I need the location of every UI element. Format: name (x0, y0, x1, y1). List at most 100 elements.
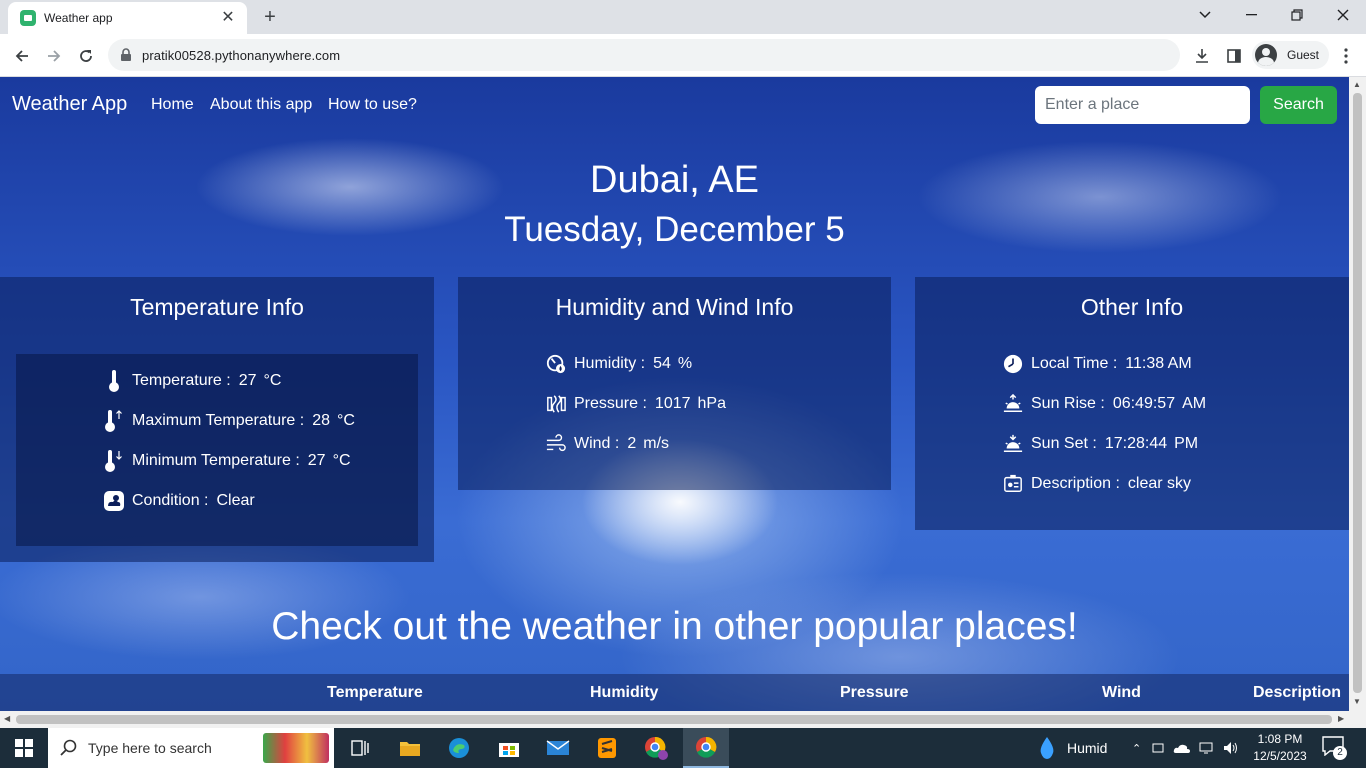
sunrise-row: Sun Rise : 06:49:57 AM (1003, 393, 1206, 415)
scroll-down-icon[interactable]: ▼ (1353, 697, 1361, 706)
popular-places-table-header: Temperature Humidity Pressure Wind Descr… (0, 674, 1349, 711)
close-tab-icon[interactable]: ✕ (219, 10, 237, 26)
local-time-label: Local Time : (1031, 355, 1118, 372)
minimize-icon[interactable] (1228, 0, 1274, 30)
humidity-wind-card: Humidity and Wind Info Humidity : 54 % P… (458, 277, 891, 490)
humidity-unit: % (677, 355, 693, 372)
sunset-row: Sun Set : 17:28:44 PM (1003, 433, 1198, 455)
column-pressure: Pressure (840, 684, 909, 701)
humidity-row: Humidity : 54 % (546, 353, 692, 375)
url-text: pratik00528.pythonanywhere.com (142, 47, 341, 63)
store-icon[interactable] (494, 733, 524, 763)
horizontal-scroll-thumb[interactable] (16, 715, 1332, 724)
windows-taskbar: Type here to search Humid ⌃ 1:08 PM 12/5… (0, 728, 1366, 768)
chrome-profile-icon[interactable] (641, 733, 671, 763)
profile-button[interactable]: Guest (1252, 41, 1330, 69)
description-row: Description : clear sky (1003, 473, 1191, 495)
new-tab-icon[interactable]: + (259, 6, 281, 28)
forward-icon[interactable] (42, 44, 66, 68)
volume-icon[interactable] (1223, 741, 1239, 755)
download-icon[interactable] (1190, 44, 1214, 68)
notification-icon[interactable]: 2 (1322, 736, 1347, 760)
popular-places-heading: Check out the weather in other popular p… (271, 605, 1078, 648)
pressure-icon (546, 393, 566, 415)
temperature-card: Temperature Info Temperature : 27 °C Max… (0, 277, 434, 562)
brand-logo[interactable]: Weather App (12, 93, 127, 116)
search-button[interactable]: Search (1260, 86, 1337, 124)
vertical-scrollbar[interactable]: ▲ ▼ (1349, 77, 1366, 711)
reload-icon[interactable] (74, 44, 98, 68)
column-description: Description (1253, 684, 1342, 701)
sunrise-value: 06:49:57 (1112, 395, 1176, 412)
temperature-row: Temperature : 27 °C (104, 370, 281, 392)
edge-icon[interactable] (444, 733, 474, 763)
tab-search-icon[interactable] (1182, 0, 1228, 30)
sunrise-icon (1003, 393, 1023, 415)
sunset-icon (1003, 433, 1023, 455)
horizontal-scrollbar[interactable]: ◀ ▶ (0, 711, 1366, 728)
temperature-card-title: Temperature Info (130, 294, 304, 320)
file-explorer-icon[interactable] (395, 733, 425, 763)
min-temperature-unit: °C (332, 452, 351, 469)
gauge-icon (546, 353, 566, 375)
temperature-value: 27 (238, 372, 257, 389)
humidity-label: Humidity : (574, 355, 646, 372)
nav-how-to-use[interactable]: How to use? (328, 96, 417, 114)
scroll-right-icon[interactable]: ▶ (1338, 714, 1344, 723)
back-icon[interactable] (10, 44, 34, 68)
tab-strip: Weather app ✕ + (0, 0, 1366, 34)
side-panel-icon[interactable] (1222, 44, 1246, 68)
site-info-icon[interactable] (120, 48, 132, 62)
thermometer-down-icon (104, 450, 124, 472)
wind-unit: m/s (643, 435, 670, 452)
restore-icon[interactable] (1274, 0, 1320, 30)
chrome-icon[interactable] (683, 728, 729, 768)
scroll-left-icon[interactable]: ◀ (4, 714, 10, 723)
wind-row: Wind : 2 m/s (546, 433, 669, 455)
pressure-value: 1017 (654, 395, 691, 412)
browser-tab[interactable]: Weather app ✕ (8, 2, 247, 34)
sunset-unit: PM (1174, 435, 1199, 452)
sublime-text-icon[interactable] (592, 733, 622, 763)
menu-kebab-icon[interactable] (1334, 44, 1358, 68)
mail-icon[interactable] (543, 733, 573, 763)
sunrise-unit: AM (1182, 395, 1207, 412)
place-search-input[interactable] (1035, 86, 1250, 124)
min-temperature-row: Minimum Temperature : 27 °C (104, 450, 351, 472)
task-view-icon[interactable] (345, 733, 375, 763)
clock-icon (1003, 353, 1023, 375)
onedrive-icon[interactable] (1173, 742, 1191, 754)
other-info-card: Other Info Local Time : 11:38 AM Sun Ris… (915, 277, 1349, 530)
column-wind: Wind (1102, 684, 1141, 701)
temperature-unit: °C (263, 372, 282, 389)
meet-now-icon[interactable] (1151, 741, 1165, 755)
city-heading: Dubai, AE (590, 159, 759, 201)
humidity-value: 54 (653, 355, 671, 372)
windows-start-icon[interactable] (9, 733, 39, 763)
system-tray: ⌃ (1132, 728, 1239, 768)
taskbar-search-placeholder: Type here to search (88, 740, 212, 756)
column-humidity: Humidity (590, 684, 659, 701)
nav-about[interactable]: About this app (210, 96, 312, 114)
clock[interactable]: 1:08 PM 12/5/2023 (1252, 731, 1308, 765)
close-window-icon[interactable] (1320, 0, 1366, 30)
taskbar-search-box[interactable]: Type here to search (48, 728, 334, 768)
condition-row: Condition : Clear (104, 490, 255, 512)
humidity-card-title: Humidity and Wind Info (555, 294, 794, 320)
page-viewport: Weather App Home About this app How to u… (0, 77, 1349, 711)
tray-chevron-icon[interactable]: ⌃ (1132, 742, 1141, 755)
vertical-scroll-thumb[interactable] (1353, 93, 1362, 693)
scroll-up-icon[interactable]: ▲ (1353, 80, 1361, 89)
network-icon[interactable] (1199, 741, 1215, 755)
clock-date: 12/5/2023 (1253, 749, 1307, 763)
thermometer-icon (104, 370, 124, 392)
pressure-label: Pressure : (574, 395, 647, 412)
description-label: Description : (1031, 475, 1120, 492)
cloud-sun-icon (104, 490, 124, 512)
nav-home[interactable]: Home (151, 96, 194, 114)
max-temperature-unit: °C (337, 412, 355, 429)
pressure-row: Pressure : 1017 hPa (546, 393, 726, 415)
weather-widget[interactable]: Humid (1036, 728, 1107, 768)
search-icon (60, 739, 77, 756)
address-bar[interactable]: pratik00528.pythonanywhere.com (108, 39, 1180, 71)
